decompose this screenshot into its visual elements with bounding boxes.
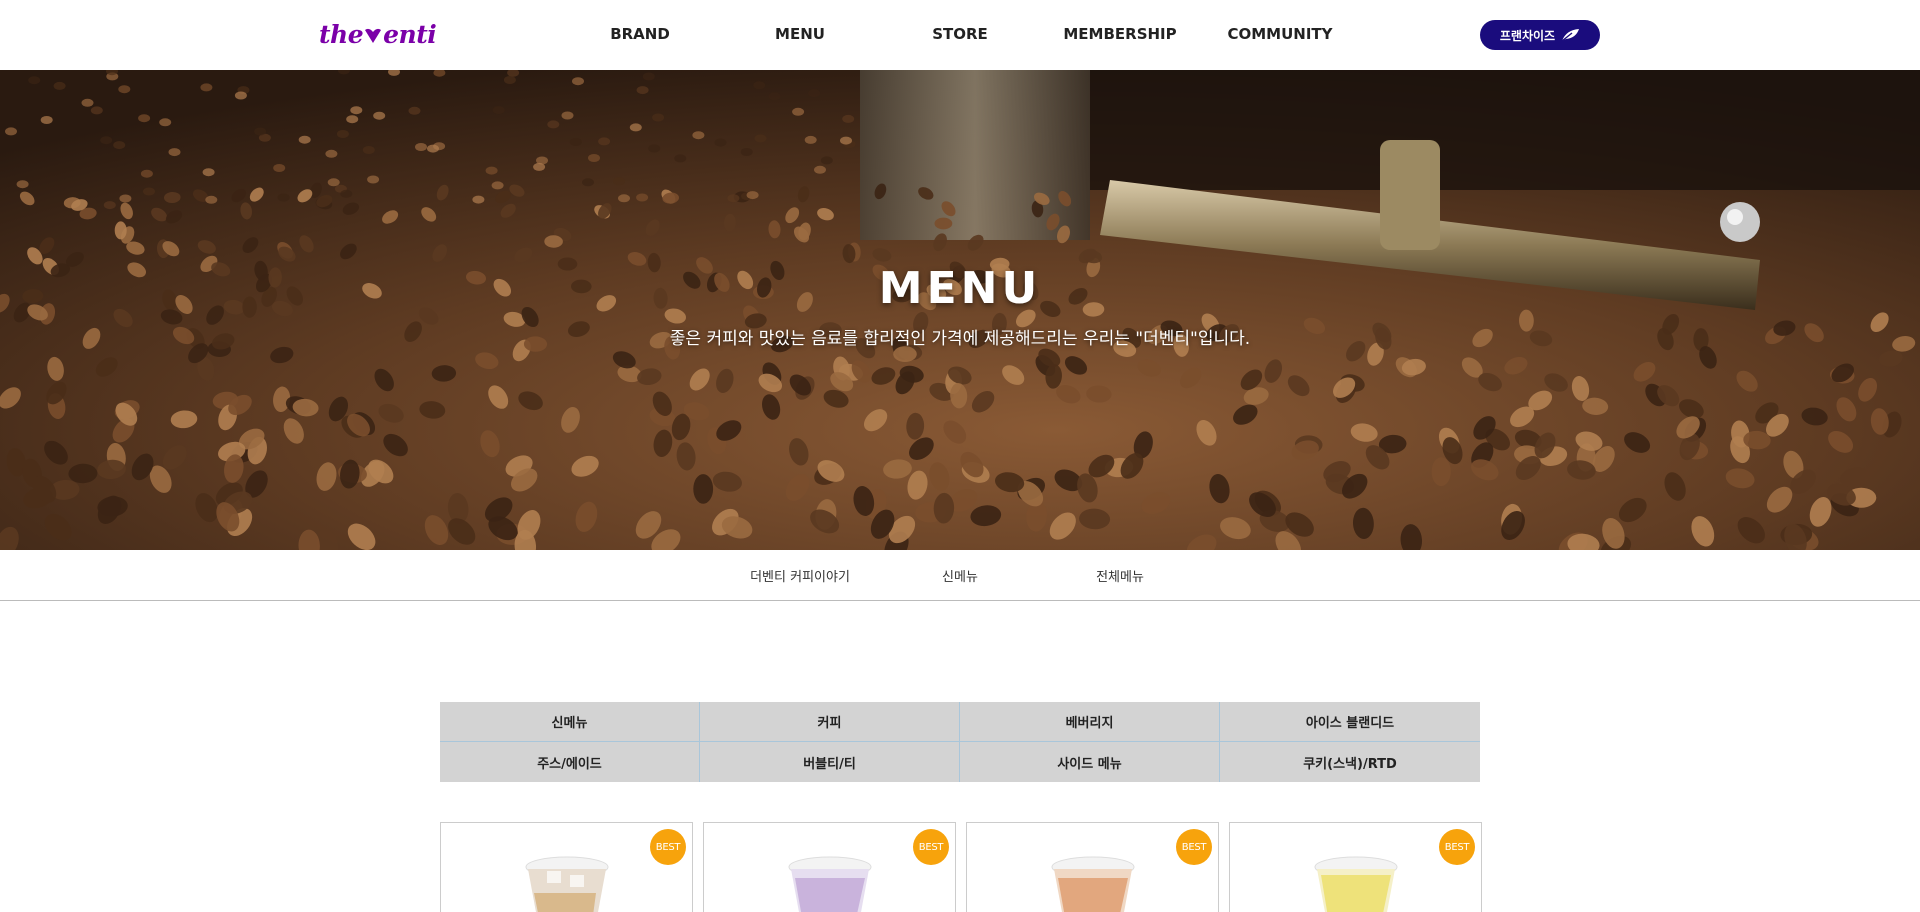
product-card[interactable]: BEST (440, 822, 693, 912)
category-juice-ade[interactable]: 주스/에이드 (440, 742, 700, 782)
best-badge: BEST (1176, 829, 1212, 865)
drink-cup-icon (1314, 856, 1397, 912)
menu-subnav: 더벤티 커피이야기 신메뉴 전체메뉴 (0, 550, 1920, 601)
hero-banner: MENU 좋은 커피와 맛있는 음료를 합리적인 가격에 제공해드리는 우리는 … (0, 70, 1920, 550)
product-card[interactable]: BEST (1229, 822, 1482, 912)
franchise-button[interactable]: 프랜차이즈 (1480, 20, 1600, 50)
brand-logo[interactable]: the enti (319, 19, 437, 51)
hero-subtitle: 좋은 커피와 맛있는 음료를 합리적인 가격에 제공해드리는 우리는 "더벤티"… (669, 329, 1251, 349)
leaf-icon (1561, 29, 1580, 42)
best-badge: BEST (650, 829, 686, 865)
category-bubble-tea[interactable]: 버블티/티 (700, 742, 960, 782)
nav-store[interactable]: STORE (932, 25, 988, 43)
product-card[interactable]: BEST (703, 822, 956, 912)
best-badge: BEST (1439, 829, 1475, 865)
category-coffee[interactable]: 커피 (700, 702, 960, 742)
subnav-coffee-story[interactable]: 더벤티 커피이야기 (750, 566, 850, 585)
logo-text-enti: enti (383, 20, 437, 49)
best-badge: BEST (913, 829, 949, 865)
site-header: the enti BRAND MENU STORE MEMBERSHIP COMM… (0, 0, 1920, 70)
product-card[interactable]: BEST (966, 822, 1219, 912)
hero-title: MENU (878, 263, 1042, 314)
product-list: BEST BEST BEST BEST (440, 822, 1482, 912)
nav-brand[interactable]: BRAND (610, 25, 670, 43)
logo-text-the: the (319, 20, 364, 49)
franchise-label: 프랜차이즈 (1499, 28, 1556, 43)
category-side-menu[interactable]: 사이드 메뉴 (960, 742, 1220, 782)
category-beverage[interactable]: 베버리지 (960, 702, 1220, 742)
drink-cup-icon (525, 856, 608, 912)
logo-heart-icon (365, 28, 382, 43)
category-cookie-rtd[interactable]: 쿠키(스낵)/RTD (1220, 742, 1480, 782)
nav-menu[interactable]: MENU (775, 25, 825, 43)
subnav-new-menu[interactable]: 신메뉴 (942, 566, 978, 585)
category-new-menu[interactable]: 신메뉴 (440, 702, 700, 742)
nav-community[interactable]: COMMUNITY (1227, 25, 1332, 43)
category-tabs: 신메뉴 커피 베버리지 아이스 블랜디드 주스/에이드 버블티/티 사이드 메뉴… (440, 702, 1480, 782)
subnav-all-menu[interactable]: 전체메뉴 (1096, 566, 1144, 585)
category-ice-blended[interactable]: 아이스 블랜디드 (1220, 702, 1480, 742)
drink-cup-icon (788, 856, 871, 912)
drink-cup-icon (1051, 856, 1134, 912)
nav-membership[interactable]: MEMBERSHIP (1063, 25, 1176, 43)
